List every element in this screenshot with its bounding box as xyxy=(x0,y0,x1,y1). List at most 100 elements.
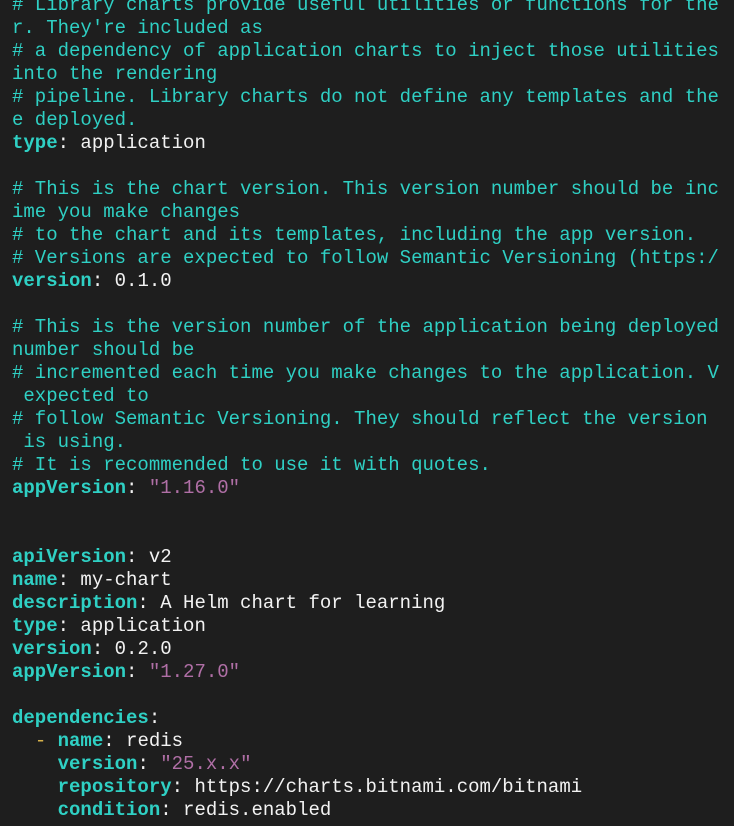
yaml-line: name: my-chart xyxy=(12,569,719,592)
yaml-line: repository: https://charts.bitnami.com/b… xyxy=(12,776,719,799)
comment-line: number should be xyxy=(12,339,719,362)
comment-text: # Versions are expected to follow Semant… xyxy=(12,247,719,269)
comment-line: # a dependency of application charts to … xyxy=(12,40,719,63)
yaml-colon: : xyxy=(137,753,161,775)
yaml-line: type: application xyxy=(12,615,719,638)
yaml-colon: : xyxy=(57,569,81,591)
yaml-value: v2 xyxy=(148,546,172,568)
comment-line: # It is recommended to use it with quote… xyxy=(12,454,719,477)
comment-line: # This is the chart version. This versio… xyxy=(12,178,719,201)
list-dash: - xyxy=(34,730,58,752)
yaml-colon: : xyxy=(91,638,115,660)
comment-line: expected to xyxy=(12,385,719,408)
yaml-colon: : xyxy=(126,477,149,499)
yaml-key: dependencies xyxy=(12,707,149,729)
yaml-value: A Helm chart for learning xyxy=(160,592,446,614)
comment-text: # a dependency of application charts to … xyxy=(12,40,719,62)
yaml-line: condition: redis.enabled xyxy=(12,799,719,822)
comment-line: # Library charts provide useful utilitie… xyxy=(12,0,719,17)
yaml-key: description xyxy=(12,592,138,614)
comment-line: ime you make changes xyxy=(12,201,719,224)
yaml-line: version: 0.2.0 xyxy=(12,638,719,661)
comment-text: e deployed. xyxy=(12,109,138,131)
comment-line: # Versions are expected to follow Semant… xyxy=(12,247,719,270)
yaml-key: appVersion xyxy=(12,477,127,499)
comment-text: number should be xyxy=(12,339,195,361)
yaml-line: version: 0.1.0 xyxy=(12,270,719,293)
yaml-colon: : xyxy=(137,592,161,614)
yaml-line: - name: redis xyxy=(12,730,719,753)
comment-text: r. They're included as xyxy=(12,17,263,39)
comment-text: # pipeline. Library charts do not define… xyxy=(12,86,719,108)
yaml-colon: : xyxy=(57,615,81,637)
comment-text: is using. xyxy=(12,431,127,453)
yaml-value: my-chart xyxy=(80,569,172,591)
yaml-value: 0.2.0 xyxy=(114,638,172,660)
yaml-line: type: application xyxy=(12,132,719,155)
comment-line: # to the chart and its templates, includ… xyxy=(12,224,719,247)
yaml-value: 0.1.0 xyxy=(114,270,172,292)
yaml-editor-content[interactable]: # Library charts provide useful utilitie… xyxy=(12,0,719,822)
yaml-colon: : xyxy=(57,132,81,154)
yaml-key: type xyxy=(12,615,58,637)
yaml-key: version xyxy=(57,753,138,775)
yaml-key: version xyxy=(12,638,92,660)
yaml-line: version: "25.x.x" xyxy=(12,753,719,776)
yaml-colon: : xyxy=(148,707,161,729)
comment-line: # This is the version number of the appl… xyxy=(12,316,719,339)
comment-line: into the rendering xyxy=(12,63,719,86)
comment-text: into the rendering xyxy=(12,63,218,85)
yaml-key: version xyxy=(12,270,92,292)
yaml-string-value: "25.x.x" xyxy=(160,753,252,775)
yaml-colon: : xyxy=(171,776,195,798)
yaml-colon: : xyxy=(126,546,149,568)
comment-text: # incremented each time you make changes… xyxy=(12,362,719,384)
comment-line: # incremented each time you make changes… xyxy=(12,362,719,385)
yaml-key: appVersion xyxy=(12,661,127,683)
yaml-colon: : xyxy=(126,661,149,683)
yaml-key: apiVersion xyxy=(12,546,127,568)
yaml-key: condition xyxy=(57,799,161,821)
yaml-string-value: "1.16.0" xyxy=(148,477,241,499)
comment-text: expected to xyxy=(12,385,149,407)
yaml-colon: : xyxy=(103,730,127,752)
comment-text: # This is the version number of the appl… xyxy=(12,316,719,338)
comment-line: is using. xyxy=(12,431,719,454)
comment-text: # to the chart and its templates, includ… xyxy=(12,224,697,246)
yaml-key: repository xyxy=(57,776,172,798)
yaml-value: redis.enabled xyxy=(183,799,332,821)
yaml-key: name xyxy=(12,569,58,591)
yaml-line: appVersion: "1.27.0" xyxy=(12,661,719,684)
yaml-line: appVersion: "1.16.0" xyxy=(12,477,719,500)
yaml-line: description: A Helm chart for learning xyxy=(12,592,719,615)
comment-text: # This is the chart version. This versio… xyxy=(12,178,719,200)
yaml-colon: : xyxy=(160,799,184,821)
yaml-string-value: "1.27.0" xyxy=(148,661,241,683)
comment-line: r. They're included as xyxy=(12,17,719,40)
comment-text: # It is recommended to use it with quote… xyxy=(12,454,491,476)
yaml-line: dependencies: xyxy=(12,707,719,730)
yaml-key: type xyxy=(12,132,58,154)
comment-line: # pipeline. Library charts do not define… xyxy=(12,86,719,109)
yaml-colon: : xyxy=(91,270,115,292)
comment-text: ime you make changes xyxy=(12,201,241,223)
yaml-line: apiVersion: v2 xyxy=(12,546,719,569)
yaml-value: application xyxy=(80,615,206,637)
comment-line: e deployed. xyxy=(12,109,719,132)
yaml-value: redis xyxy=(126,730,184,752)
yaml-key: name xyxy=(57,730,104,752)
comment-line: # follow Semantic Versioning. They shoul… xyxy=(12,408,719,431)
comment-text: # Library charts provide useful utilitie… xyxy=(12,0,719,16)
comment-text: # follow Semantic Versioning. They shoul… xyxy=(12,408,708,430)
yaml-value: application xyxy=(80,132,206,154)
terminal-window[interactable]: # Library charts provide useful utilitie… xyxy=(0,0,734,826)
